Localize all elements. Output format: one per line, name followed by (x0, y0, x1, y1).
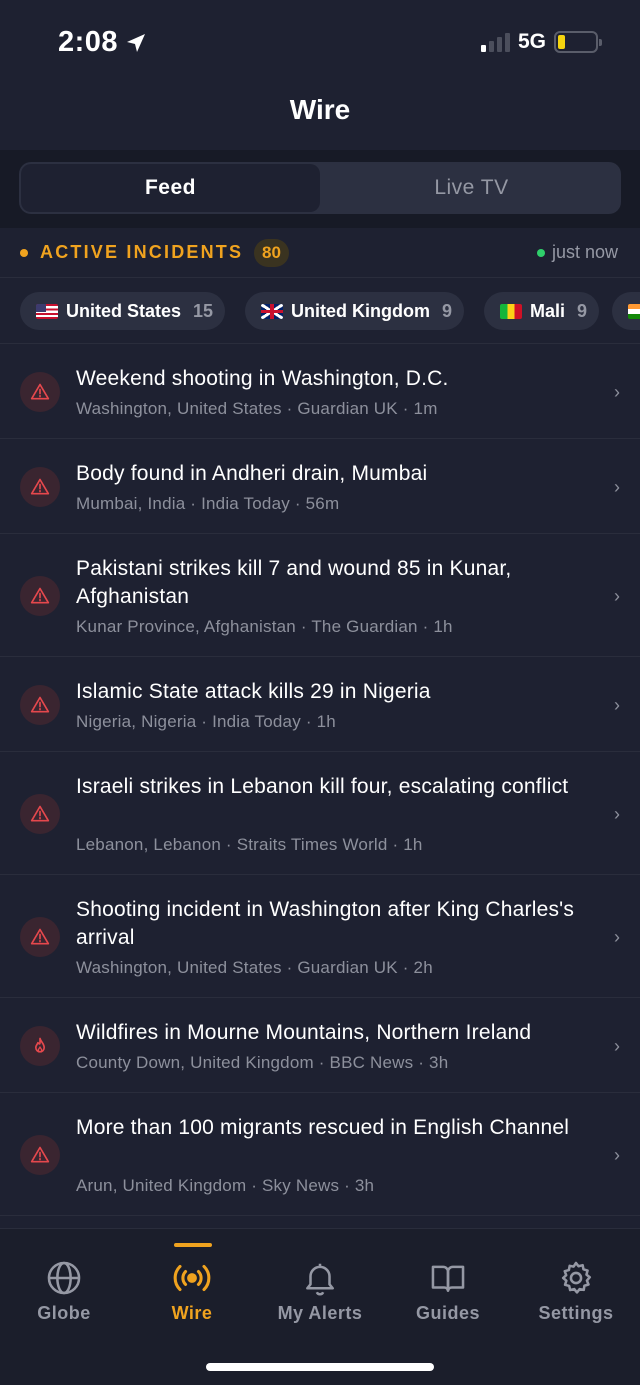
network-type: 5G (517, 30, 546, 53)
status-time: 2:08 (58, 26, 148, 59)
home-indicator[interactable] (206, 1363, 434, 1371)
feed-item[interactable]: Body found in Andheri drain, Mumbai Mumb… (0, 439, 640, 534)
last-updated-text: just now (551, 242, 618, 262)
chip-country: Mali (530, 300, 566, 321)
live-dot-icon (536, 248, 545, 257)
fire-icon (20, 1026, 60, 1066)
tab-label: Globe (37, 1303, 91, 1323)
status-indicators: 5G (480, 30, 602, 54)
globe-icon (47, 1261, 81, 1295)
broadcast-icon (173, 1264, 211, 1292)
feed-item[interactable]: Islamic State attack kills 29 in Nigeria… (0, 657, 640, 752)
chip-count: 15 (193, 300, 214, 321)
chevron-right-icon: › (614, 804, 620, 824)
chevron-right-icon: › (614, 1145, 620, 1165)
feed-item-meta: Lebanon, Lebanon · Straits Times World ·… (76, 835, 423, 854)
feed-item[interactable]: Israeli strikes in Lebanon kill four, es… (0, 752, 640, 875)
segment-container: Feed Live TV (0, 150, 640, 228)
feed-item-meta: Arun, United Kingdom · Sky News · 3h (76, 1176, 375, 1195)
location-arrow-icon (127, 33, 146, 52)
chevron-right-icon: › (614, 927, 620, 947)
warning-icon (20, 1135, 60, 1175)
chevron-right-icon: › (614, 586, 620, 606)
feed-item-meta: Washington, United States · Guardian UK … (76, 399, 438, 418)
chip-count: 9 (577, 300, 588, 321)
warning-icon (20, 794, 60, 834)
india-flag-icon (628, 303, 640, 319)
clock-text: 2:08 (58, 26, 119, 58)
feed-item-meta: County Down, United Kingdom · BBC News ·… (76, 1053, 449, 1072)
feed-item[interactable]: Shooting incident in Washington after Ki… (0, 875, 640, 998)
feed-item[interactable]: Weekend shooting in Washington, D.C. Was… (0, 344, 640, 439)
battery-icon (554, 31, 602, 53)
uk-flag-icon (261, 303, 283, 319)
chip-united-kingdom[interactable]: United Kingdom 9 (245, 292, 464, 330)
chip-mali[interactable]: Mali 9 (484, 292, 600, 330)
incident-dot-icon (20, 249, 28, 257)
page-title: Wire (289, 94, 351, 125)
tab-label: Guides (415, 1303, 480, 1323)
tab-guides[interactable]: Guides (384, 1259, 512, 1324)
feed-item-title: More than 100 migrants rescued in Englis… (76, 1116, 570, 1139)
chevron-right-icon: › (614, 382, 620, 402)
tab-bar: Globe Wire My Alerts Guides Settings (0, 1228, 640, 1385)
feed-item-title: Shooting incident in Washington after Ki… (76, 898, 575, 949)
tab-wire[interactable]: Wire (128, 1259, 256, 1324)
feed-item-title: Pakistani strikes kill 7 and wound 85 in… (76, 557, 512, 608)
country-filter-chips: United States 15 United Kingdom 9 Mali 9 (0, 278, 640, 344)
feed-item-meta: Mumbai, India · India Today · 56m (76, 494, 340, 513)
feed-item-title: Islamic State attack kills 29 in Nigeria (76, 680, 431, 703)
chip-country: United States (66, 300, 182, 321)
segment-feed[interactable]: Feed (21, 164, 320, 212)
chevron-right-icon: › (614, 477, 620, 497)
feed-item-title: Wildfires in Mourne Mountains, Northern … (76, 1021, 532, 1044)
tab-globe[interactable]: Globe (0, 1259, 128, 1324)
gear-icon (561, 1261, 592, 1294)
warning-icon (20, 685, 60, 725)
chevron-right-icon: › (614, 1036, 620, 1056)
feed-item[interactable]: Pakistani strikes kill 7 and wound 85 in… (0, 534, 640, 657)
feed-item-meta: Washington, United States · Guardian UK … (76, 958, 433, 977)
chip-count: 9 (441, 300, 452, 321)
status-bar: 2:08 5G (0, 0, 640, 86)
segmented-control: Feed Live TV (19, 162, 621, 214)
feed-item[interactable]: Wildfires in Mourne Mountains, Northern … (0, 998, 640, 1093)
active-incidents-label: ACTIVE INCIDENTS (40, 242, 244, 262)
book-icon (431, 1265, 465, 1292)
tab-label: Wire (171, 1303, 213, 1323)
tab-label: My Alerts (277, 1303, 363, 1323)
us-flag-icon (36, 303, 58, 319)
warning-icon (20, 576, 60, 616)
warning-icon (20, 467, 60, 507)
warning-icon (20, 372, 60, 412)
feed-item[interactable]: More than 100 migrants rescued in Englis… (0, 1093, 640, 1216)
segment-live-tv[interactable]: Live TV (322, 162, 621, 214)
feed-item-title: Israeli strikes in Lebanon kill four, es… (76, 775, 569, 798)
last-updated: just now (536, 242, 618, 263)
chip-india[interactable] (612, 292, 640, 330)
mali-flag-icon (500, 303, 522, 319)
chip-united-states[interactable]: United States 15 (20, 292, 226, 330)
tab-my-alerts[interactable]: My Alerts (256, 1259, 384, 1324)
feed-item-meta: Kunar Province, Afghanistan · The Guardi… (76, 617, 453, 636)
cellular-signal-icon (480, 32, 510, 52)
chip-country: United Kingdom (291, 300, 430, 321)
feed-item-title: Body found in Andheri drain, Mumbai (76, 462, 428, 485)
chevron-right-icon: › (614, 695, 620, 715)
warning-icon (20, 917, 60, 957)
incident-count-badge: 80 (254, 239, 289, 267)
feed-item-title: Weekend shooting in Washington, D.C. (76, 367, 449, 390)
bell-icon (306, 1263, 334, 1296)
active-incidents-header: ACTIVE INCIDENTS 80 just now (0, 228, 640, 278)
feed-item-meta: Nigeria, Nigeria · India Today · 1h (76, 712, 336, 731)
tab-settings[interactable]: Settings (512, 1259, 640, 1324)
active-tab-indicator (174, 1243, 212, 1247)
tab-label: Settings (538, 1303, 614, 1323)
